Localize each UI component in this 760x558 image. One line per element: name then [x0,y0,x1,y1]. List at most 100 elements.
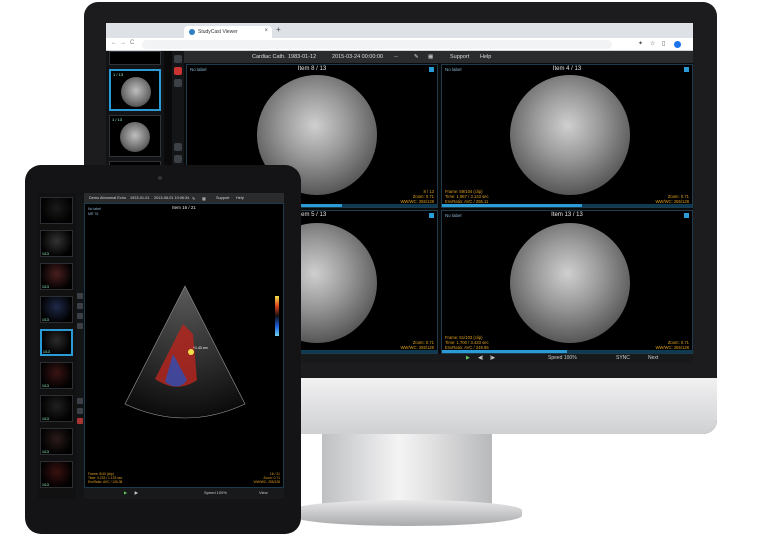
zoom-icon[interactable] [77,313,83,319]
speed-label[interactable]: Speed 100% [548,355,577,361]
viewer-header: Cardiac Cath. 1983-01-12 2015-03-24 00:0… [184,51,693,63]
item-counter: Item 4 / 13 [552,66,582,72]
delete-icon[interactable] [174,67,182,75]
close-tab-icon[interactable]: × [264,28,268,34]
grid-icon[interactable]: ▦ [428,54,433,60]
flag-icon[interactable] [684,67,689,72]
tablet-toolbar [76,193,84,499]
series-thumbnail[interactable]: 1/13 [40,263,73,290]
clip-progress[interactable] [442,350,692,353]
series-thumbnail[interactable]: 1/13 [40,296,73,323]
thumbnail-label: 1/13 [42,483,49,487]
series-thumbnail[interactable]: 1 / 13 [109,69,161,111]
favicon-icon [189,29,195,35]
thumbnail-label: 1/13 [42,318,49,322]
browser-tab[interactable]: StudyCast Viewer × [184,26,272,38]
series-thumbnail[interactable]: 1 / 13 [109,115,161,157]
pencil-icon[interactable]: ✎ [192,196,195,201]
series-thumbnail[interactable]: 1/13 [40,362,73,389]
color-scale [275,296,279,336]
study-datetime: 2015-03-24 00:00:00 [332,54,384,60]
echo-viewport[interactable]: Item 16 / 21 No label MR 76 +1.43 cm Fra… [84,203,284,488]
next-button[interactable]: Next [648,355,658,361]
url-input[interactable] [142,40,612,49]
thumbnail-label: 1/13 [42,252,49,256]
angiogram-image [510,223,630,343]
series-thumbnail[interactable]: 1/13 [40,230,73,257]
tool-button[interactable] [174,55,182,63]
series-thumbnail[interactable] [40,197,73,224]
series-thumbnail[interactable]: 1/13 [40,428,73,455]
help-link[interactable]: Help [236,196,244,200]
thumbnail-label: 1/13 [42,417,49,421]
forward-icon[interactable]: → [120,40,126,46]
delete-icon[interactable] [77,418,83,424]
zoom-icon[interactable] [174,143,182,151]
thumbnail-label: 1/13 [42,285,49,289]
view-label[interactable]: View [259,490,268,495]
item-counter: Item 8 / 13 [297,66,327,72]
help-link[interactable]: Help [480,54,491,60]
browser-tab-title: StudyCast Viewer [198,29,238,35]
study-datetime: 2013-08-01 10:06:34 [154,196,190,200]
support-link[interactable]: Support [450,54,469,60]
echo-image [124,285,246,419]
flag-icon[interactable] [429,213,434,218]
browser-tab-bar: StudyCast Viewer × + [106,23,693,38]
angiogram-image [510,75,630,195]
measurement-label: +1.43 cm [193,346,208,350]
study-name: Demo Abnormal Echo [89,196,126,200]
clip-progress[interactable] [442,204,692,207]
step-forward-icon[interactable]: |▶ [134,490,138,495]
tablet-camera [158,176,162,180]
viewport-pane[interactable]: No label Item 4 / 13 Frame: 59/104 (clip… [441,64,693,208]
tool-button[interactable] [174,79,182,87]
thumbnail-label: 1/13 [43,350,50,354]
angiogram-thumbnail-image [121,77,151,107]
play-icon[interactable]: ▶ [466,355,470,361]
tablet-thumbnail-list: 1/13 1/13 1/13 1/13 1/13 1/13 1/13 1/13 [38,193,76,499]
grid-icon[interactable]: ▦ [202,196,206,201]
tablet-playback-bar: ▶ |▶ Speed 100% View [84,488,284,499]
extensions-icon[interactable]: ✦ [638,40,643,47]
tablet-header: Demo Abnormal Echo 1923-01-01 2013-08-01… [84,193,284,203]
tool-button[interactable] [77,323,83,329]
speed-label[interactable]: Speed 100% [204,490,227,495]
series-thumbnail[interactable]: 1/13 [40,329,73,356]
header-separator: -- [394,54,398,60]
tool-button[interactable] [77,303,83,309]
tool-button[interactable] [174,155,182,163]
bookmark-icon[interactable]: ☆ [650,40,655,47]
monitor-stand-base [292,500,522,526]
series-thumbnail[interactable]: 1/13 [40,395,73,422]
step-forward-icon[interactable]: |▶ [490,355,495,361]
series-thumbnail[interactable] [109,51,161,65]
tool-button[interactable] [77,293,83,299]
birth-date: 1983-01-12 [288,54,317,60]
series-thumbnail[interactable]: 1/13 [40,461,73,488]
support-link[interactable]: Support [216,196,229,200]
device-showcase: StudyCast Viewer × + ← → C ✦ ☆ ▯ 1 / 13 [0,0,760,558]
new-tab-button[interactable]: + [276,25,281,34]
sync-button[interactable]: SYNC [616,355,630,361]
measure-icon[interactable] [77,398,83,404]
browser-address-bar: ← → C ✦ ☆ ▯ [106,38,693,51]
thumbnail-label: 1/13 [42,384,49,388]
tablet-screen: 1/13 1/13 1/13 1/13 1/13 1/13 1/13 1/13 Demo Ab… [38,193,284,499]
birth-date: 1923-01-01 [130,196,150,200]
thumbnail-label: 1/13 [42,450,49,454]
profile-avatar[interactable] [674,41,681,48]
flag-icon[interactable] [684,213,689,218]
flag-icon[interactable] [429,67,434,72]
back-icon[interactable]: ← [111,40,117,46]
sidepanel-icon[interactable]: ▯ [662,40,665,47]
study-name: Cardiac Cath. [252,54,286,60]
angiogram-thumbnail-image [120,122,150,152]
item-counter: Item 13 / 13 [551,212,583,218]
step-back-icon[interactable]: ◀| [478,355,483,361]
tool-button[interactable] [77,408,83,414]
viewport-pane[interactable]: No label Item 13 / 13 Frame: 51/103 (cli… [441,210,693,354]
reload-icon[interactable]: C [130,40,134,46]
pencil-icon[interactable]: ✎ [414,54,419,60]
play-icon[interactable]: ▶ [124,490,127,495]
